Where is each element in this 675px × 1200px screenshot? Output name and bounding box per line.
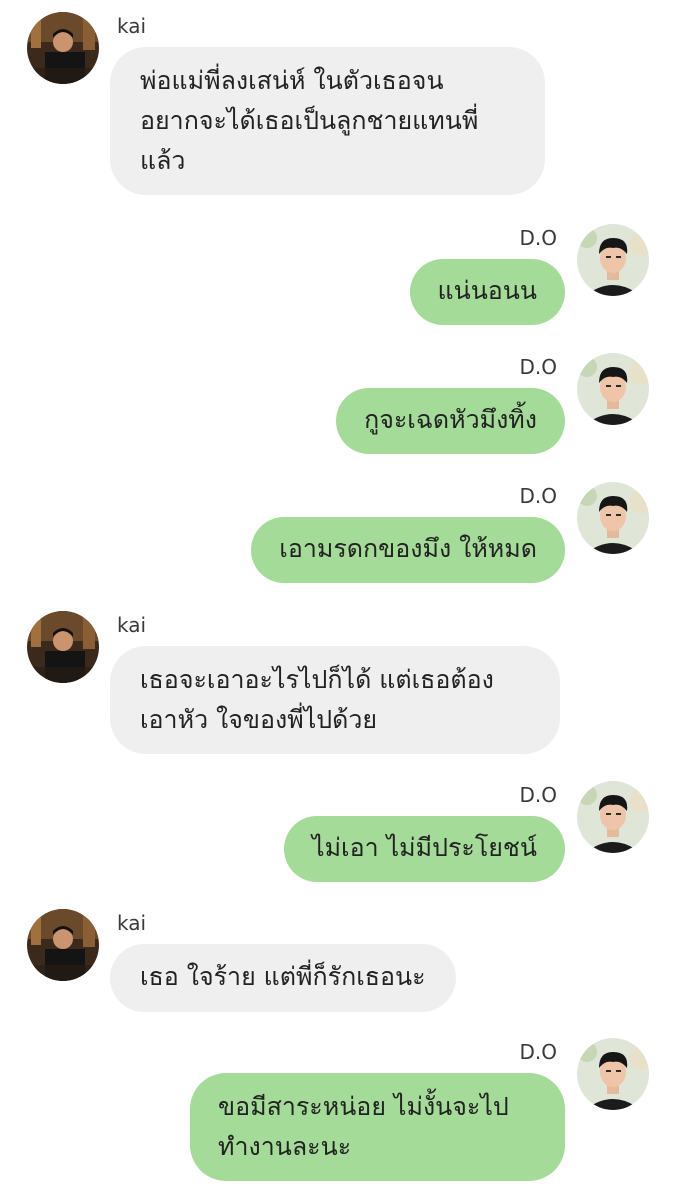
do-avatar[interactable] [577, 224, 649, 296]
message-bubble[interactable]: กูจะเฉดหัวมึงทิ้ง [336, 388, 565, 454]
kai-avatar[interactable] [27, 611, 99, 683]
do-avatar[interactable] [577, 1038, 649, 1110]
do-avatar[interactable] [577, 353, 649, 425]
message-bubble[interactable]: แน่นอนน [409, 259, 565, 325]
kai-avatar[interactable] [27, 909, 99, 981]
sender-name: kai [117, 911, 147, 935]
message-bubble[interactable]: เอามรดกของมึง ให้หมด [251, 517, 565, 583]
message-bubble[interactable]: ไม่เอา ไม่มีประโยชน์ [284, 816, 565, 882]
kai-avatar[interactable] [27, 12, 99, 84]
sender-name: D.O [519, 1040, 558, 1064]
message-bubble[interactable]: เธอจะเอาอะไรไปก็ได้ แต่เธอต้อง เอาหัว ใจ… [110, 646, 560, 754]
do-avatar[interactable] [577, 482, 649, 554]
message-bubble[interactable]: เธอ ใจร้าย แต่พี่ก็รักเธอนะ [110, 944, 456, 1012]
sender-name: kai [117, 613, 147, 637]
chat-thread: kai พ่อแม่พี่ลงเสน่ห์ ในตัวเธอจน อยากจะไ… [0, 0, 675, 1200]
do-avatar[interactable] [577, 781, 649, 853]
sender-name: D.O [519, 484, 558, 508]
sender-name: D.O [519, 783, 558, 807]
message-bubble[interactable]: ขอมีสาระหน่อย ไม่งั้นจะไป ทำงานละนะ [190, 1073, 565, 1181]
sender-name: kai [117, 14, 147, 38]
message-bubble[interactable]: พ่อแม่พี่ลงเสน่ห์ ในตัวเธอจน อยากจะได้เธ… [110, 47, 545, 195]
sender-name: D.O [519, 355, 558, 379]
sender-name: D.O [519, 226, 558, 250]
